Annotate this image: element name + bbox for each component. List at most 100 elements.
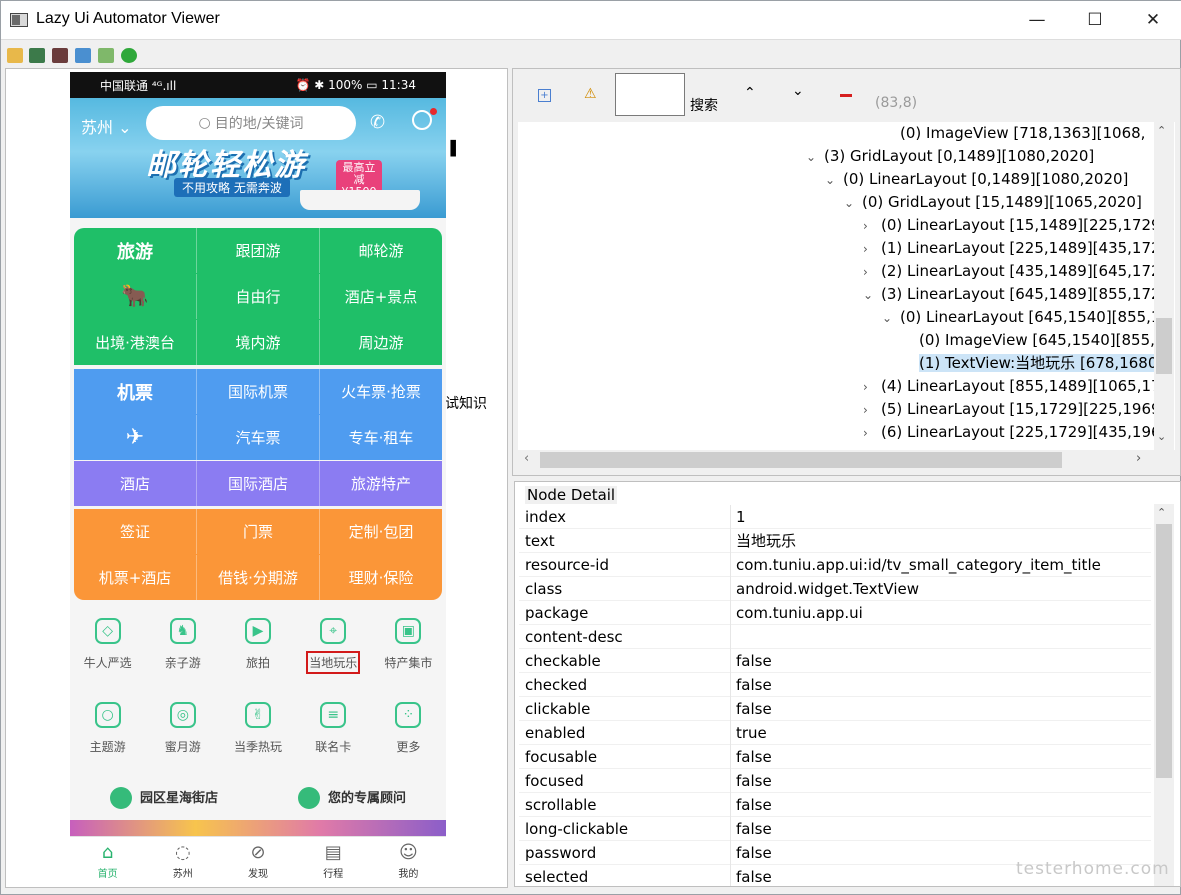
expand-arrow-icon[interactable]: › bbox=[863, 215, 881, 238]
tree-node[interactable]: ⌄ (3) LinearLayout [645,1489][855,1729 bbox=[863, 283, 1154, 306]
grid-item[interactable]: 签证 bbox=[74, 509, 197, 554]
detail-row[interactable]: focused false bbox=[519, 769, 1151, 793]
grid-item[interactable]: 自由行 bbox=[197, 274, 320, 319]
advisor-link[interactable]: 您的专属顾问 bbox=[297, 787, 406, 810]
scroll-up-icon[interactable]: ⌃ bbox=[1157, 506, 1166, 519]
banner[interactable]: 苏州 ⌄ ○ 目的地/关键词 ✆ 邮轮轻松游 不用攻略 无需奔波 最高立减 ¥1… bbox=[70, 98, 446, 218]
detail-vertical-scrollbar[interactable]: ⌃ bbox=[1154, 504, 1174, 886]
small-category-item[interactable]: ○ 主题游 bbox=[70, 696, 145, 780]
maximize-button[interactable]: ☐ bbox=[1066, 1, 1124, 39]
city-selector[interactable]: 苏州 ⌄ bbox=[81, 114, 132, 138]
tree-node[interactable]: ⌄ (0) LinearLayout [0,1489][1080,2020] bbox=[825, 168, 1128, 191]
nav-home[interactable]: ⌂ 首页 bbox=[70, 837, 145, 885]
small-category-item[interactable]: ▣ 特产集市 bbox=[371, 612, 446, 696]
small-category-item[interactable]: ♞ 亲子游 bbox=[145, 612, 220, 696]
minimize-button[interactable]: — bbox=[1008, 1, 1066, 39]
grid-item[interactable]: 出境·港澳台 bbox=[74, 320, 197, 365]
expand-arrow-icon[interactable]: ⌄ bbox=[844, 192, 862, 215]
export-icon[interactable] bbox=[98, 48, 114, 63]
prev-result-button[interactable]: ⌃ bbox=[744, 85, 756, 101]
detail-row[interactable]: content-desc bbox=[519, 625, 1151, 649]
open-folder-icon[interactable] bbox=[7, 48, 23, 63]
store-link[interactable]: 园区星海街店 bbox=[109, 787, 218, 810]
grid-item[interactable]: 旅游特产 bbox=[320, 461, 442, 506]
tree-node[interactable]: › (4) LinearLayout [855,1489][1065,172 bbox=[863, 375, 1154, 398]
detail-row[interactable]: checked false bbox=[519, 673, 1151, 697]
detail-row[interactable]: focusable false bbox=[519, 745, 1151, 769]
grid-item[interactable]: 邮轮游 bbox=[320, 228, 442, 273]
tree-node[interactable]: ⌄ (0) GridLayout [15,1489][1065,2020] bbox=[844, 191, 1142, 214]
scroll-down-icon[interactable]: ⌄ bbox=[1157, 430, 1166, 443]
tree-node[interactable]: (0) ImageView [645,1540][855,1 bbox=[901, 329, 1154, 352]
ui-tree[interactable]: (0) ImageView [718,1363][1068, ⌄ (3) GridL… bbox=[514, 122, 1154, 450]
tree-horizontal-scrollbar[interactable]: ‹ › bbox=[518, 450, 1154, 470]
clear-search-icon[interactable] bbox=[840, 94, 852, 97]
next-result-button[interactable]: ⌄ bbox=[792, 83, 804, 99]
expand-arrow-icon[interactable]: ⌄ bbox=[806, 146, 824, 169]
tree-node[interactable]: (0) ImageView [718,1363][1068, bbox=[882, 122, 1145, 145]
small-category-item[interactable]: ◇ 牛人严选 bbox=[70, 612, 145, 696]
grid-item[interactable]: 跟团游 bbox=[197, 228, 320, 273]
tree-node[interactable]: › (5) LinearLayout [15,1729][225,1969] bbox=[863, 398, 1154, 421]
phone-icon[interactable]: ✆ bbox=[370, 112, 385, 133]
detail-row[interactable]: enabled true bbox=[519, 721, 1151, 745]
expand-arrow-icon[interactable]: ⌄ bbox=[882, 307, 900, 330]
screenshot-compressed-icon[interactable] bbox=[52, 48, 68, 63]
grid-item[interactable]: 汽车票 bbox=[197, 415, 320, 460]
warning-icon[interactable]: ⚠ bbox=[584, 86, 597, 102]
close-button[interactable]: ✕ bbox=[1124, 1, 1181, 39]
scroll-thumb[interactable] bbox=[1156, 318, 1172, 374]
nav-city[interactable]: ◌ 苏州 bbox=[145, 837, 220, 885]
detail-row[interactable]: resource-id com.tuniu.app.ui:id/tv_small_… bbox=[519, 553, 1151, 577]
tree-node[interactable]: › (6) LinearLayout [225,1729][435,1969 bbox=[863, 421, 1154, 444]
message-icon[interactable] bbox=[412, 110, 432, 130]
expand-all-icon[interactable]: + bbox=[538, 89, 551, 102]
device-screenshot[interactable]: 中国联通 ⁴ᴳ.ıll ⏰ ✱ 100% ▭ 11:34 苏州 ⌄ ○ 目的地/… bbox=[70, 72, 446, 885]
grid-item[interactable]: 酒店+景点 bbox=[320, 274, 442, 319]
grid-item[interactable]: 理财·保险 bbox=[320, 555, 442, 600]
screenshot-icon[interactable] bbox=[29, 48, 45, 63]
tree-node[interactable]: › (1) LinearLayout [225,1489][435,1729 bbox=[863, 237, 1154, 260]
grid-item[interactable]: 国际机票 bbox=[197, 369, 320, 414]
expand-arrow-icon[interactable]: › bbox=[863, 376, 881, 399]
grid-item[interactable]: 火车票·抢票 bbox=[320, 369, 442, 414]
grid-item[interactable]: 门票 bbox=[197, 509, 320, 554]
nav-discover[interactable]: ⊘ 发现 bbox=[220, 837, 295, 885]
small-category-item[interactable]: ◎ 蜜月游 bbox=[145, 696, 220, 780]
tree-vertical-scrollbar[interactable]: ⌃ ⌄ bbox=[1154, 122, 1174, 450]
nav-trips[interactable]: ▤ 行程 bbox=[296, 837, 371, 885]
grid-travel-title[interactable]: 旅游 bbox=[74, 228, 197, 273]
scroll-up-icon[interactable]: ⌃ bbox=[1157, 124, 1166, 137]
detail-row[interactable]: package com.tuniu.app.ui bbox=[519, 601, 1151, 625]
detail-row[interactable]: clickable false bbox=[519, 697, 1151, 721]
grid-flight-title[interactable]: 机票 bbox=[74, 369, 197, 414]
small-category-item[interactable]: ▶ 旅拍 bbox=[220, 612, 295, 696]
grid-item[interactable]: 专车·租车 bbox=[320, 415, 442, 460]
grid-item[interactable]: 国际酒店 bbox=[197, 461, 320, 506]
expand-arrow-icon[interactable]: ⌄ bbox=[863, 284, 881, 307]
detail-row[interactable]: class android.widget.TextView bbox=[519, 577, 1151, 601]
expand-arrow-icon[interactable]: › bbox=[863, 238, 881, 261]
detail-row[interactable]: scrollable false bbox=[519, 793, 1151, 817]
detail-row[interactable]: long-clickable false bbox=[519, 817, 1151, 841]
expand-arrow-icon[interactable]: ⌄ bbox=[825, 169, 843, 192]
small-category-item[interactable]: ⁘ 更多 bbox=[371, 696, 446, 780]
grid-item[interactable]: 周边游 bbox=[320, 320, 442, 365]
run-icon[interactable] bbox=[121, 48, 137, 63]
save-icon[interactable] bbox=[75, 48, 91, 63]
scroll-thumb[interactable] bbox=[1156, 524, 1172, 778]
search-input[interactable] bbox=[615, 73, 685, 116]
promo-bar[interactable]: 园区星海街店 您的专属顾问 bbox=[70, 780, 446, 816]
nav-mine[interactable]: ☺ 我的 bbox=[371, 837, 446, 885]
tree-node[interactable]: › (2) LinearLayout [435,1489][645,1729 bbox=[863, 260, 1154, 283]
tree-node[interactable]: › (0) LinearLayout [15,1489][225,1729] bbox=[863, 214, 1154, 237]
detail-row[interactable]: text 当地玩乐 bbox=[519, 529, 1151, 553]
h-scroll-thumb[interactable] bbox=[540, 452, 1062, 468]
tree-node-selected[interactable]: (1) TextView:当地玩乐 [678,1680 bbox=[901, 352, 1154, 375]
grid-item[interactable]: 定制·包团 bbox=[320, 509, 442, 554]
small-category-item[interactable]: ≡ 联名卡 bbox=[296, 696, 371, 780]
grid-item[interactable]: 境内游 bbox=[197, 320, 320, 365]
detail-row[interactable]: index 1 bbox=[519, 505, 1151, 529]
tree-node[interactable]: ⌄ (3) GridLayout [0,1489][1080,2020] bbox=[806, 145, 1094, 168]
small-category-item-selected[interactable]: ⌖ 当地玩乐 bbox=[296, 612, 371, 696]
